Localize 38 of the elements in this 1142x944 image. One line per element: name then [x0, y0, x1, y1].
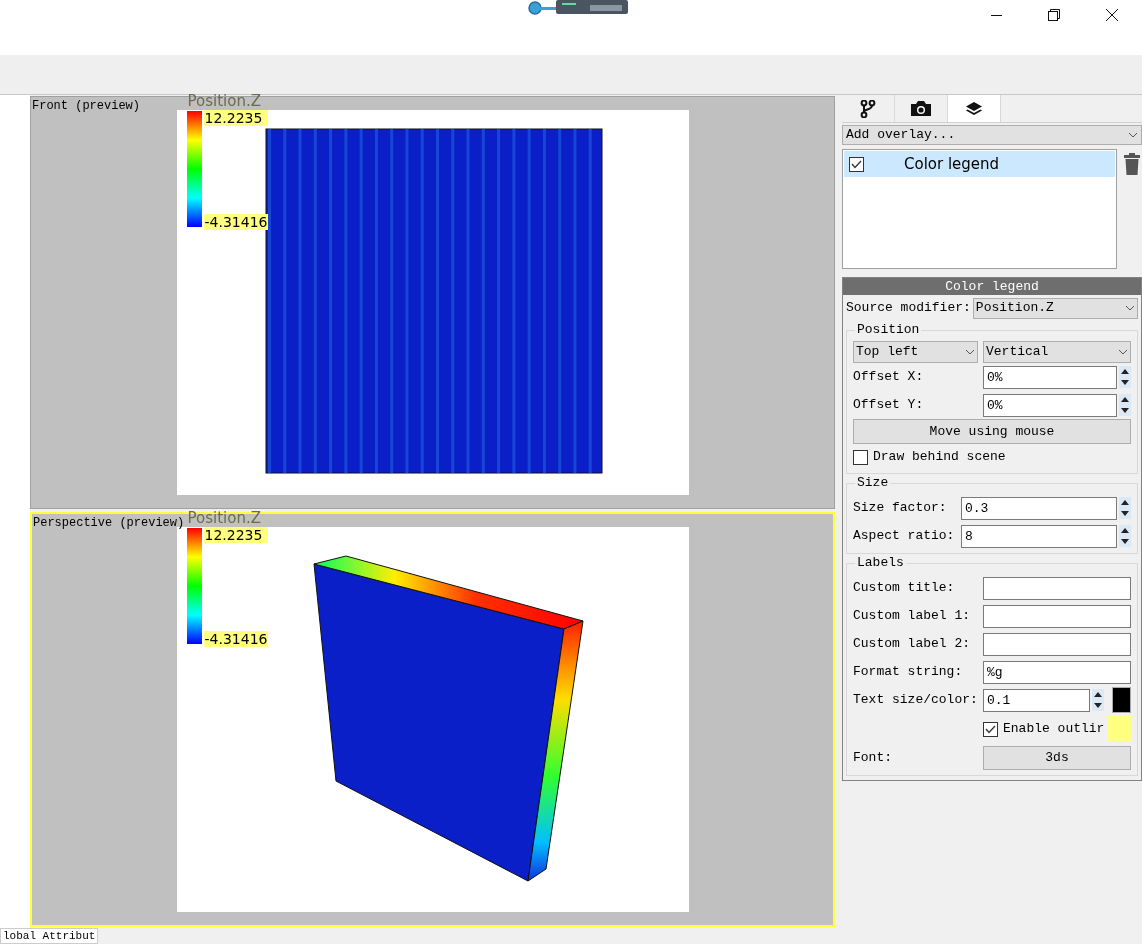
- bottom-tab[interactable]: lobal Attribut: [0, 928, 99, 944]
- number-field[interactable]: 0.3: [961, 496, 1117, 520]
- field-label: Offset X:: [853, 368, 925, 387]
- add-overlay-dropdown[interactable]: Add overlay...: [842, 125, 1142, 145]
- text-field[interactable]: %g: [983, 660, 1131, 684]
- number-field[interactable]: 0%: [983, 393, 1117, 417]
- field-label: Text size/color:: [853, 691, 979, 710]
- field-label: Custom title:: [853, 579, 956, 598]
- number-field[interactable]: 0.1: [983, 688, 1090, 712]
- checkbox-label: Draw behind scene: [873, 448, 1006, 467]
- legend-title: Position.Z: [187, 510, 262, 527]
- alignment-dropdown[interactable]: Top left: [853, 341, 978, 363]
- field-label: Custom label 1:: [853, 607, 972, 626]
- orientation-dropdown[interactable]: Vertical: [983, 341, 1131, 363]
- field-label: Custom label 2:: [853, 635, 972, 654]
- legend-max-value: 12.2235: [203, 110, 269, 126]
- move-using-mouse-button[interactable]: Move using mouse: [853, 419, 1131, 444]
- field-label: Size factor:: [853, 499, 948, 518]
- overlay-list-item[interactable]: Color legend: [844, 151, 1115, 177]
- checkbox-label: Enable outlir: [1003, 720, 1105, 739]
- legend-min-value: -4.31416: [203, 214, 269, 230]
- number-field[interactable]: 0%: [983, 365, 1117, 389]
- font-button[interactable]: 3ds: [983, 746, 1131, 770]
- field-label: Font:: [853, 749, 893, 768]
- viewport[interactable]: Position.Z 12.2235 -4.31416 Perspective (preview): [30, 512, 835, 927]
- field-label: Format string:: [853, 663, 964, 682]
- field-label: Offset Y:: [853, 396, 925, 415]
- viewport-caption[interactable]: Front (preview): [32, 98, 141, 114]
- viewport-caption[interactable]: Perspective (preview): [33, 515, 185, 531]
- editor-title: Color legend: [843, 278, 1141, 295]
- field-label: Source modifier:: [846, 299, 971, 318]
- legend-max-value: 12.2235: [203, 527, 269, 543]
- viewport[interactable]: Position.Z 12.2235 -4.31416 Front (preview): [30, 96, 835, 509]
- legend-title: Position.Z: [187, 93, 262, 110]
- field-label: Aspect ratio:: [853, 527, 956, 546]
- number-field[interactable]: 8: [961, 524, 1117, 548]
- legend-min-value: -4.31416: [203, 631, 269, 647]
- source-modifier-dropdown[interactable]: Position.Z: [972, 297, 1138, 319]
